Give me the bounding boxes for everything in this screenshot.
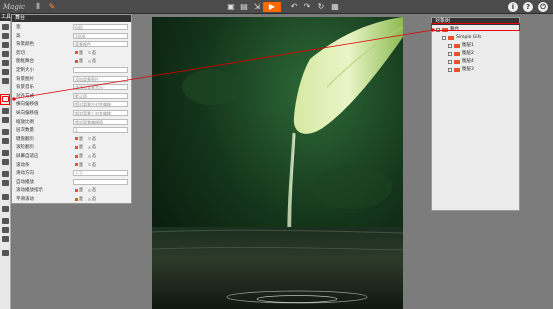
annotation-arrow <box>11 28 435 101</box>
